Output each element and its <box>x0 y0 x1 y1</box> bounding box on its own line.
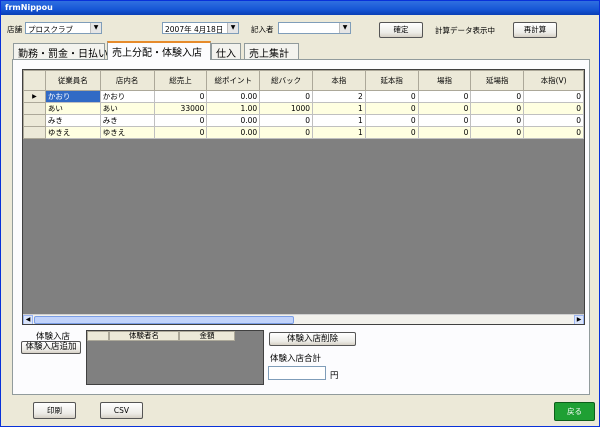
confirm-button[interactable]: 確定 <box>379 22 423 38</box>
column-header[interactable]: 本指(V) <box>523 70 584 91</box>
table-cell[interactable]: 0 <box>364 114 419 127</box>
table-cell[interactable]: 0 <box>259 90 314 103</box>
trial-grid[interactable]: 体験者名 金額 <box>86 330 264 385</box>
window-title: frmNippou <box>5 3 53 12</box>
column-header[interactable]: 延本指 <box>364 70 419 91</box>
row-selector[interactable] <box>23 102 46 115</box>
scrollbar-thumb[interactable] <box>34 316 294 324</box>
row-selector-icon[interactable]: ▶ <box>23 90 46 103</box>
table-cell[interactable]: 0 <box>470 126 525 139</box>
arrow-right-icon[interactable]: ▶ <box>574 315 584 324</box>
table-cell[interactable]: 0 <box>470 90 525 103</box>
date-value: 2007年 4月18日 <box>165 25 224 34</box>
tab-attendance[interactable]: 勤務・罰金・日払い <box>13 43 108 60</box>
status-text: 計算データ表示中 <box>435 26 495 35</box>
add-trial-button[interactable]: 体験入店追加 <box>21 341 81 354</box>
table-cell[interactable]: 2 <box>312 90 366 103</box>
table-cell[interactable]: ゆきえ <box>44 126 101 139</box>
table-cell[interactable]: みき <box>44 114 101 127</box>
table-cell[interactable]: 0 <box>523 102 584 115</box>
grid-corner <box>23 70 46 91</box>
table-cell[interactable]: 0 <box>417 102 472 115</box>
recalc-button[interactable]: 再計算 <box>513 22 557 38</box>
table-cell[interactable]: ゆきえ <box>99 126 155 139</box>
tab-purchase[interactable]: 仕入 <box>211 43 241 60</box>
table-cell[interactable]: かおり <box>99 90 155 103</box>
column-header[interactable]: 総ポイント <box>206 70 261 91</box>
table-cell[interactable]: 1000 <box>259 102 314 115</box>
table-cell[interactable]: 1 <box>312 114 366 127</box>
table-row[interactable]: ゆきえ ゆきえ 0 0.00 0 1 0 0 0 0 <box>23 126 584 139</box>
trial-total-input[interactable] <box>268 366 326 380</box>
arrow-left-icon[interactable]: ◀ <box>23 315 33 324</box>
tab-sales-trial[interactable]: 売上分配・体験入店 <box>107 41 211 60</box>
table-cell[interactable]: 0 <box>417 90 472 103</box>
table-cell[interactable]: 0 <box>523 126 584 139</box>
yen-unit-label: 円 <box>330 371 339 381</box>
table-cell[interactable]: あい <box>44 102 101 115</box>
horizontal-scrollbar[interactable]: ◀ ▶ <box>23 314 584 324</box>
store-label: 店舗 <box>7 25 22 34</box>
table-cell[interactable]: 0 <box>417 126 472 139</box>
table-cell[interactable]: 0 <box>364 126 419 139</box>
table-cell[interactable]: 0.00 <box>206 90 261 103</box>
chevron-down-icon[interactable]: ▼ <box>339 23 350 33</box>
table-cell[interactable]: 33000 <box>153 102 208 115</box>
table-cell[interactable]: 0 <box>523 114 584 127</box>
table-cell[interactable]: 0 <box>259 126 314 139</box>
store-value: プロスクラブ <box>28 25 73 34</box>
sales-grid[interactable]: 従業員名 店内名 総売上 総ポイント 総バック 本指 延本指 場指 延場指 本指… <box>22 69 585 325</box>
column-header[interactable]: 店内名 <box>99 70 155 91</box>
table-cell[interactable]: みき <box>99 114 155 127</box>
column-header[interactable]: 場指 <box>417 70 472 91</box>
table-cell[interactable]: あい <box>99 102 155 115</box>
column-header[interactable]: 本指 <box>312 70 366 91</box>
column-header[interactable]: 総売上 <box>153 70 208 91</box>
column-header[interactable]: 総バック <box>259 70 314 91</box>
table-cell[interactable]: 0 <box>153 90 208 103</box>
title-bar: frmNippou <box>1 1 599 15</box>
table-cell[interactable]: 0.00 <box>206 126 261 139</box>
table-cell[interactable]: 1 <box>312 102 366 115</box>
table-cell[interactable]: 1.00 <box>206 102 261 115</box>
column-header[interactable]: 体験者名 <box>109 331 179 341</box>
table-cell[interactable]: 0 <box>153 126 208 139</box>
table-row[interactable]: ▶ かおり かおり 0 0.00 0 2 0 0 0 0 <box>23 90 584 103</box>
table-cell[interactable]: 0 <box>470 102 525 115</box>
chevron-down-icon[interactable]: ▼ <box>90 23 101 33</box>
csv-button[interactable]: CSV <box>100 402 143 419</box>
print-button[interactable]: 印刷 <box>33 402 76 419</box>
table-cell[interactable]: 0 <box>417 114 472 127</box>
column-header[interactable]: 従業員名 <box>44 70 101 91</box>
back-button[interactable]: 戻る <box>554 402 595 421</box>
table-cell[interactable]: 0 <box>364 90 419 103</box>
table-cell[interactable]: 0.00 <box>206 114 261 127</box>
delete-trial-button[interactable]: 体験入店削除 <box>269 332 356 346</box>
chevron-down-icon[interactable]: ▼ <box>227 23 238 33</box>
row-selector[interactable] <box>23 126 46 139</box>
table-row[interactable]: みき みき 0 0.00 0 1 0 0 0 0 <box>23 114 584 127</box>
table-cell[interactable]: 0 <box>259 114 314 127</box>
column-header[interactable]: 金額 <box>179 331 235 341</box>
table-row[interactable]: あい あい 33000 1.00 1000 1 0 0 0 0 <box>23 102 584 115</box>
trial-grid-corner <box>87 331 109 341</box>
table-cell[interactable]: 0 <box>470 114 525 127</box>
table-cell[interactable]: かおり <box>44 90 101 103</box>
column-header[interactable]: 延場指 <box>470 70 525 91</box>
tab-sales-summary[interactable]: 売上集計 <box>244 43 299 60</box>
recorder-label: 記入者 <box>251 25 274 34</box>
store-select[interactable]: プロスクラブ ▼ <box>25 22 102 34</box>
table-cell[interactable]: 1 <box>312 126 366 139</box>
trial-total-label: 体験入店合計 <box>270 354 322 364</box>
table-cell[interactable]: 0 <box>153 114 208 127</box>
date-picker[interactable]: 2007年 4月18日 ▼ <box>162 22 239 34</box>
table-cell[interactable]: 0 <box>364 102 419 115</box>
row-selector[interactable] <box>23 114 46 127</box>
main-window: frmNippou 店舗 プロスクラブ ▼ 2007年 4月18日 ▼ 記入者 … <box>0 0 600 427</box>
grid-header-row: 従業員名 店内名 総売上 総ポイント 総バック 本指 延本指 場指 延場指 本指… <box>23 70 584 91</box>
table-cell[interactable]: 0 <box>523 90 584 103</box>
recorder-select[interactable]: ▼ <box>278 22 351 34</box>
